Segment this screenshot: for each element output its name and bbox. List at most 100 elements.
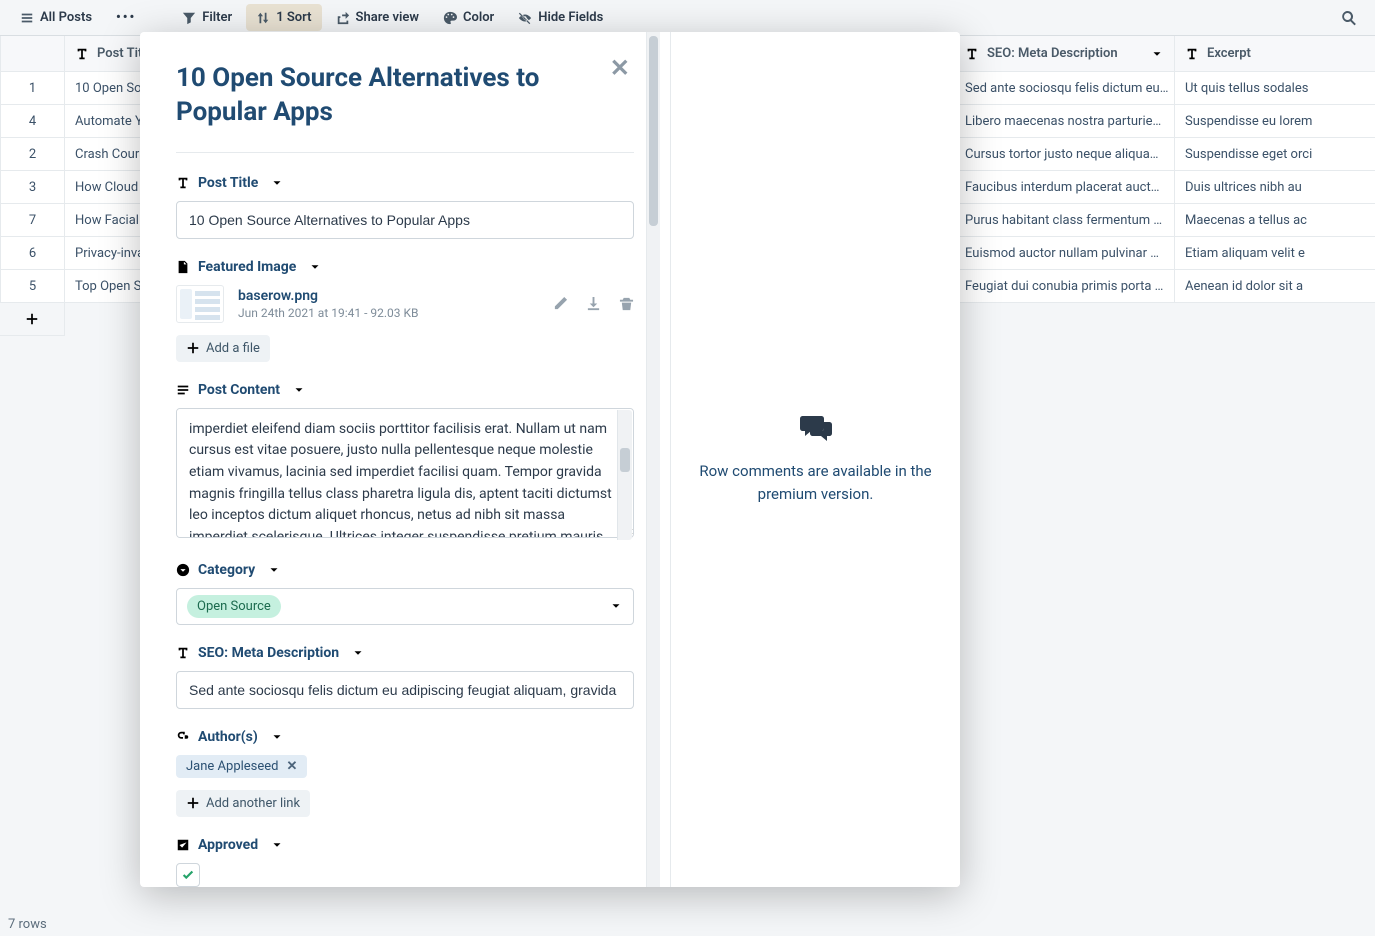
cell-excerpt[interactable]: Etiam aliquam velit e bbox=[1175, 237, 1375, 269]
cell-seo-meta[interactable]: Feugiat dui conubia primis porta … bbox=[955, 270, 1175, 302]
cell-excerpt[interactable]: Duis ultrices nibh au bbox=[1175, 171, 1375, 203]
field-label-featured-image[interactable]: Featured Image bbox=[176, 259, 634, 275]
column-header-excerpt[interactable]: Excerpt bbox=[1175, 36, 1375, 71]
check-icon bbox=[181, 868, 195, 882]
row-number: 7 bbox=[0, 204, 65, 236]
field-label-post-title[interactable]: Post Title bbox=[176, 175, 634, 191]
add-link-button[interactable]: Add another link bbox=[176, 790, 310, 817]
row-number: 4 bbox=[0, 105, 65, 137]
text-icon bbox=[965, 47, 979, 61]
search-button[interactable] bbox=[1333, 4, 1365, 32]
view-label: All Posts bbox=[40, 10, 92, 25]
cell-seo-meta[interactable]: Cursus tortor justo neque aliqua… bbox=[955, 138, 1175, 170]
post-title-input[interactable] bbox=[176, 201, 634, 239]
row-number: 3 bbox=[0, 171, 65, 203]
field-label-authors[interactable]: Author(s) bbox=[176, 729, 634, 745]
cell-seo-meta[interactable]: Libero maecenas nostra parturie… bbox=[955, 105, 1175, 137]
cell-seo-meta[interactable]: Euismod auctor nullam pulvinar … bbox=[955, 237, 1175, 269]
chevron-down-icon bbox=[267, 563, 281, 577]
share-view-button[interactable]: Share view bbox=[326, 4, 429, 31]
cell-excerpt[interactable]: Maecenas a tellus ac bbox=[1175, 204, 1375, 236]
chevron-down-icon bbox=[270, 838, 284, 852]
row-number: 2 bbox=[0, 138, 65, 170]
file-icon bbox=[176, 260, 190, 274]
approved-checkbox[interactable] bbox=[176, 863, 200, 887]
search-icon bbox=[1341, 10, 1357, 26]
add-file-button[interactable]: Add a file bbox=[176, 335, 270, 362]
text-icon bbox=[75, 47, 89, 61]
field-label-post-content[interactable]: Post Content bbox=[176, 382, 634, 398]
row-number-header bbox=[0, 36, 65, 71]
file-info: baserow.png Jun 24th 2021 at 19:41 - 92.… bbox=[238, 288, 419, 320]
grid-footer: 7 rows bbox=[8, 917, 47, 932]
chevron-down-icon bbox=[351, 646, 365, 660]
text-icon bbox=[176, 646, 190, 660]
modal-scrollbar[interactable] bbox=[646, 32, 660, 887]
sort-icon bbox=[256, 11, 270, 25]
field-label-category[interactable]: Category bbox=[176, 562, 634, 578]
cell-seo-meta[interactable]: Purus habitant class fermentum … bbox=[955, 204, 1175, 236]
link-icon bbox=[176, 730, 190, 744]
plus-icon bbox=[186, 796, 200, 810]
add-row-button[interactable] bbox=[0, 303, 65, 336]
comments-placeholder-text: Row comments are available in the premiu… bbox=[691, 460, 940, 505]
file-thumbnail[interactable] bbox=[176, 285, 224, 323]
cell-excerpt[interactable]: Suspendisse eu lorem bbox=[1175, 105, 1375, 137]
checkbox-icon bbox=[176, 838, 190, 852]
row-number: 6 bbox=[0, 237, 65, 269]
category-select[interactable]: Open Source bbox=[176, 588, 634, 625]
cell-seo-meta[interactable]: Faucibus interdum placerat auct… bbox=[955, 171, 1175, 203]
chevron-down-icon bbox=[270, 176, 284, 190]
author-chip: Jane Appleseed ✕ bbox=[176, 755, 307, 778]
category-chip: Open Source bbox=[187, 595, 281, 618]
download-icon[interactable] bbox=[586, 296, 601, 311]
textarea-scrollbar-thumb[interactable] bbox=[620, 448, 630, 472]
row-number: 5 bbox=[0, 270, 65, 302]
trash-icon[interactable] bbox=[619, 296, 634, 311]
view-options-button[interactable]: ••• bbox=[106, 4, 146, 31]
column-header-seo-meta[interactable]: SEO: Meta Description bbox=[955, 36, 1175, 71]
close-modal-button[interactable]: ✕ bbox=[610, 54, 630, 82]
field-label-approved[interactable]: Approved bbox=[176, 837, 634, 853]
plus-icon bbox=[25, 312, 39, 326]
post-content-textarea[interactable] bbox=[176, 408, 634, 538]
text-icon bbox=[176, 176, 190, 190]
chevron-down-icon bbox=[609, 599, 623, 613]
hide-fields-button[interactable]: Hide Fields bbox=[508, 4, 613, 31]
cell-seo-meta[interactable]: Sed ante sociosqu felis dictum eu… bbox=[955, 72, 1175, 104]
chevron-down-icon bbox=[270, 730, 284, 744]
chevron-down-icon bbox=[1150, 47, 1164, 61]
seo-meta-input[interactable] bbox=[176, 671, 634, 709]
text-icon bbox=[1185, 47, 1199, 61]
comments-icon bbox=[799, 414, 833, 442]
cell-excerpt[interactable]: Suspendisse eget orci bbox=[1175, 138, 1375, 170]
color-button[interactable]: Color bbox=[433, 4, 504, 31]
remove-author-button[interactable]: ✕ bbox=[287, 759, 298, 774]
cell-excerpt[interactable]: Ut quis tellus sodales bbox=[1175, 72, 1375, 104]
file-name: baserow.png bbox=[238, 288, 419, 304]
edit-icon[interactable] bbox=[553, 296, 568, 311]
divider bbox=[176, 152, 634, 153]
file-actions bbox=[553, 296, 634, 311]
record-heading: 10 Open Source Alternatives to Popular A… bbox=[176, 62, 634, 130]
record-panel: 10 Open Source Alternatives to Popular A… bbox=[140, 32, 670, 887]
long-text-icon bbox=[176, 383, 190, 397]
filter-button[interactable]: Filter bbox=[172, 4, 242, 31]
filter-icon bbox=[182, 11, 196, 25]
single-select-icon bbox=[176, 563, 190, 577]
dots-icon: ••• bbox=[116, 10, 136, 25]
field-label-seo-meta[interactable]: SEO: Meta Description bbox=[176, 645, 634, 661]
view-toolbar: All Posts ••• Filter 1 Sort Share view C… bbox=[0, 0, 1375, 36]
sort-button[interactable]: 1 Sort bbox=[246, 4, 321, 31]
comments-panel: Row comments are available in the premiu… bbox=[670, 32, 960, 887]
cell-excerpt[interactable]: Aenean id dolor sit a bbox=[1175, 270, 1375, 302]
view-switcher[interactable]: All Posts bbox=[10, 4, 102, 31]
chevron-down-icon bbox=[308, 260, 322, 274]
plus-icon bbox=[186, 341, 200, 355]
eye-off-icon bbox=[518, 11, 532, 25]
file-attachment: baserow.png Jun 24th 2021 at 19:41 - 92.… bbox=[176, 285, 634, 323]
modal-scrollbar-thumb[interactable] bbox=[649, 36, 658, 226]
chevron-down-icon bbox=[292, 383, 306, 397]
palette-icon bbox=[443, 11, 457, 25]
share-icon bbox=[336, 11, 350, 25]
